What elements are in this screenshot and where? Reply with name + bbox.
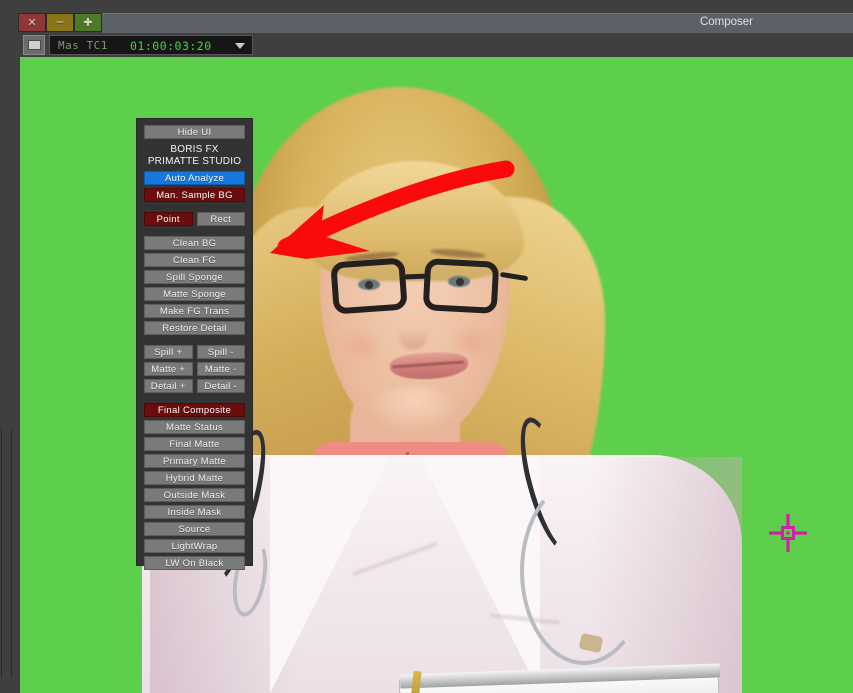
inside-mask-button[interactable]: Inside Mask (144, 505, 245, 519)
matte-minus-button[interactable]: Matte - (197, 362, 246, 376)
close-icon[interactable]: ✕ (18, 13, 46, 32)
brand-line-1: BORIS FX (144, 144, 245, 156)
brand-line-2: PRIMATTE STUDIO (144, 156, 245, 168)
timecode-source-label: Mas TC1 (58, 39, 108, 52)
maximize-icon[interactable]: ✚ (74, 13, 102, 32)
window-controls: ✕ ─ ✚ (18, 13, 102, 32)
outside-mask-button[interactable]: Outside Mask (144, 488, 245, 502)
panel-brand: BORIS FX PRIMATTE STUDIO (144, 144, 245, 167)
spill-adjust-row: Spill + Spill - (144, 345, 245, 359)
matte-plus-button[interactable]: Matte + (144, 362, 193, 376)
composer-window: Composer ✕ ─ ✚ Mas TC1 01:00:03:20 (0, 0, 853, 693)
spill-sponge-button[interactable]: Spill Sponge (144, 270, 245, 284)
left-chrome-edge (0, 33, 20, 693)
timecode-bar: Mas TC1 01:00:03:20 (20, 33, 853, 57)
window-title: Composer (0, 13, 853, 32)
rect-mode-button[interactable]: Rect (197, 212, 246, 226)
man-sample-bg-button[interactable]: Man. Sample BG (144, 188, 245, 202)
timecode-value: 01:00:03:20 (130, 39, 212, 53)
window-title-bar: Composer ✕ ─ ✚ (0, 0, 853, 33)
minimize-icon[interactable]: ─ (46, 13, 74, 32)
selection-mode-row: Point Rect (144, 212, 245, 226)
matte-adjust-row: Matte + Matte - (144, 362, 245, 376)
point-mode-button[interactable]: Point (144, 212, 193, 226)
timecode-field[interactable]: Mas TC1 01:00:03:20 (49, 35, 253, 55)
detail-minus-button[interactable]: Detail - (197, 379, 246, 393)
clean-bg-button[interactable]: Clean BG (144, 236, 245, 250)
clean-fg-button[interactable]: Clean FG (144, 253, 245, 267)
primatte-studio-panel[interactable]: Hide UI BORIS FX PRIMATTE STUDIO Auto An… (136, 118, 253, 566)
spill-plus-button[interactable]: Spill + (144, 345, 193, 359)
matte-sponge-button[interactable]: Matte Sponge (144, 287, 245, 301)
make-fg-trans-button[interactable]: Make FG Trans (144, 304, 245, 318)
hybrid-matte-button[interactable]: Hybrid Matte (144, 471, 245, 485)
window-title-text: Composer (700, 16, 753, 28)
final-matte-button[interactable]: Final Matte (144, 437, 245, 451)
source-button[interactable]: Source (144, 522, 245, 536)
hide-ui-button[interactable]: Hide UI (144, 125, 245, 139)
final-composite-button[interactable]: Final Composite (144, 403, 245, 417)
spill-minus-button[interactable]: Spill - (197, 345, 246, 359)
lw-on-black-button[interactable]: LW On Black (144, 556, 245, 570)
primary-matte-button[interactable]: Primary Matte (144, 454, 245, 468)
lightwrap-button[interactable]: LightWrap (144, 539, 245, 553)
auto-analyze-button[interactable]: Auto Analyze (144, 171, 245, 185)
monitor-icon[interactable] (23, 35, 45, 55)
matte-status-button[interactable]: Matte Status (144, 420, 245, 434)
detail-plus-button[interactable]: Detail + (144, 379, 193, 393)
restore-detail-button[interactable]: Restore Detail (144, 321, 245, 335)
detail-adjust-row: Detail + Detail - (144, 379, 245, 393)
chevron-down-icon[interactable] (235, 43, 245, 49)
